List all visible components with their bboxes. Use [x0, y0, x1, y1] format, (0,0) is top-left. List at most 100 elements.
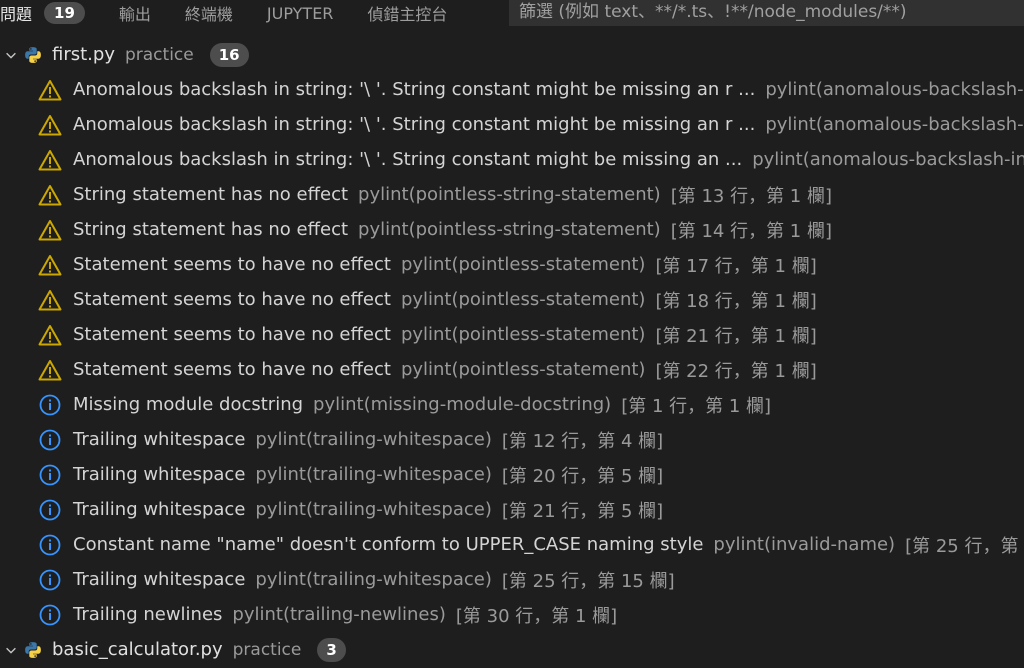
problem-source: pylint(anomalous-backslash-in-string) — [765, 114, 1024, 135]
warning-icon — [38, 253, 62, 277]
problems-panel: 問題 19 輸出 終端機 JUPYTER 偵錯主控台 篩選 (例如 text、*… — [0, 0, 1024, 668]
problem-location: [第 25 行，第 15 欄] — [501, 570, 675, 592]
problem-item[interactable]: Statement seems to have no effect pylint(… — [0, 282, 1024, 317]
info-icon — [38, 463, 62, 487]
warning-icon — [38, 183, 62, 207]
file-name: first.py — [52, 44, 115, 65]
problem-source: pylint(trailing-newlines) — [232, 604, 446, 625]
problem-item[interactable]: String statement has no effect pylint(poi… — [0, 212, 1024, 247]
problem-location: [第 20 行，第 5 欄] — [501, 465, 664, 487]
problem-source: pylint(trailing-whitespace) — [255, 464, 492, 485]
problem-location: [第 25 行，第 1 欄] — [905, 535, 1024, 557]
tab-terminal-label: 終端機 — [184, 5, 233, 24]
problem-message: Anomalous backslash in string: '\ '. Str… — [73, 114, 756, 135]
problem-message: Trailing newlines — [73, 604, 223, 625]
problem-location: [第 14 行，第 1 欄] — [670, 220, 832, 242]
problem-item[interactable]: Statement seems to have no effect pylint(… — [0, 247, 1024, 282]
problem-source: pylint(pointless-statement) — [400, 254, 646, 275]
warning-icon — [38, 218, 62, 242]
problem-source: pylint(anomalous-backslash-in-string) — [752, 149, 1024, 170]
problem-item[interactable]: Statement seems to have no effect pylint(… — [0, 352, 1024, 387]
problem-item[interactable]: Constant name "name" doesn't conform to … — [0, 527, 1024, 562]
problem-message: Statement seems to have no effect — [73, 289, 391, 310]
tab-jupyter[interactable]: JUPYTER — [267, 4, 334, 23]
problem-message: String statement has no effect — [73, 219, 349, 240]
problem-item[interactable]: Missing module docstring pylint(missing-m… — [0, 387, 1024, 422]
problem-location: [第 12 行，第 4 欄] — [501, 430, 664, 452]
problem-source: pylint(pointless-statement) — [400, 359, 646, 380]
problem-message: Anomalous backslash in string: '\ '. Str… — [73, 149, 743, 170]
chevron-down-icon[interactable] — [2, 641, 20, 659]
problem-source: pylint(trailing-whitespace) — [255, 499, 492, 520]
problems-count-badge: 19 — [44, 2, 85, 24]
problem-location: [第 30 行，第 1 欄] — [455, 605, 618, 627]
tab-jupyter-label: JUPYTER — [266, 3, 334, 23]
problem-source: pylint(pointless-statement) — [400, 324, 646, 345]
problem-item[interactable]: Trailing newlines pylint(trailing-newline… — [0, 597, 1024, 632]
problem-source: pylint(trailing-whitespace) — [255, 429, 492, 450]
problem-item[interactable]: Anomalous backslash in string: '\ '. Str… — [0, 142, 1024, 177]
warning-icon — [38, 78, 62, 102]
info-icon — [38, 498, 62, 522]
problem-message: Constant name "name" doesn't conform to … — [73, 534, 704, 555]
tab-terminal[interactable]: 終端機 — [185, 1, 233, 25]
file-problem-count-badge: 16 — [209, 42, 249, 67]
problem-item[interactable]: Trailing whitespace pylint(trailing-white… — [0, 422, 1024, 457]
file-row[interactable]: first.py practice 16 — [0, 37, 1024, 72]
problem-location: [第 21 行，第 1 欄] — [655, 325, 817, 347]
warning-icon — [38, 323, 62, 347]
problem-message: Statement seems to have no effect — [73, 324, 391, 345]
problem-location: [第 21 行，第 5 欄] — [501, 500, 664, 522]
problem-source: pylint(pointless-string-statement) — [358, 184, 661, 205]
problem-message: String statement has no effect — [73, 184, 349, 205]
problem-message: Trailing whitespace — [73, 464, 246, 485]
panel-tab-bar: 問題 19 輸出 終端機 JUPYTER 偵錯主控台 篩選 (例如 text、*… — [0, 0, 1024, 26]
file-path: practice — [232, 639, 302, 660]
file-name: basic_calculator.py — [52, 639, 223, 660]
info-icon — [38, 428, 62, 452]
problem-message: Anomalous backslash in string: '\ '. Str… — [73, 79, 756, 100]
problem-source: pylint(pointless-statement) — [400, 289, 646, 310]
file-path: practice — [124, 44, 194, 65]
file-problem-count-badge: 3 — [317, 637, 346, 662]
info-icon — [38, 568, 62, 592]
warning-icon — [38, 358, 62, 382]
problem-message: Missing module docstring — [73, 394, 304, 415]
tab-problems[interactable]: 問題 19 — [0, 1, 85, 25]
problem-item[interactable]: Trailing whitespace pylint(trailing-white… — [0, 562, 1024, 597]
file-row[interactable]: basic_calculator.py practice 3 — [0, 632, 1024, 667]
problem-source: pylint(invalid-name) — [713, 534, 896, 555]
warning-icon — [38, 148, 62, 172]
problem-item[interactable]: Anomalous backslash in string: '\ '. Str… — [0, 72, 1024, 107]
problem-message: Statement seems to have no effect — [73, 359, 391, 380]
problem-item[interactable]: Trailing whitespace pylint(trailing-white… — [0, 492, 1024, 527]
warning-icon — [38, 113, 62, 137]
tab-output-label: 輸出 — [118, 5, 151, 24]
filter-input[interactable]: 篩選 (例如 text、**/*.ts、!**/node_modules/**) — [509, 0, 1024, 26]
problem-item[interactable]: String statement has no effect pylint(poi… — [0, 177, 1024, 212]
problem-message: Trailing whitespace — [73, 569, 246, 590]
problem-source: pylint(anomalous-backslash-in-string) — [765, 79, 1024, 100]
info-icon — [38, 603, 62, 627]
problem-message: Statement seems to have no effect — [73, 254, 391, 275]
problem-location: [第 22 行，第 1 欄] — [655, 360, 817, 382]
python-file-icon — [24, 46, 42, 64]
problem-location: [第 18 行，第 1 欄] — [655, 290, 817, 312]
tab-problems-label: 問題 — [0, 5, 33, 24]
problem-location: [第 17 行，第 1 欄] — [655, 255, 817, 277]
problems-tree: first.py practice 16 Anomalous backslash in… — [0, 37, 1024, 667]
warning-icon — [38, 288, 62, 312]
problem-location: [第 1 行，第 1 欄] — [621, 395, 772, 417]
info-icon — [38, 533, 62, 557]
problem-item[interactable]: Anomalous backslash in string: '\ '. Str… — [0, 107, 1024, 142]
problem-source: pylint(trailing-whitespace) — [255, 569, 492, 590]
problem-message: Trailing whitespace — [73, 499, 246, 520]
tab-debug-console[interactable]: 偵錯主控台 — [367, 1, 447, 25]
problem-source: pylint(pointless-string-statement) — [358, 219, 661, 240]
tab-debug-console-label: 偵錯主控台 — [367, 5, 448, 24]
tab-output[interactable]: 輸出 — [119, 1, 151, 25]
chevron-down-icon[interactable] — [2, 46, 20, 64]
python-file-icon — [24, 641, 42, 659]
problem-item[interactable]: Trailing whitespace pylint(trailing-white… — [0, 457, 1024, 492]
problem-item[interactable]: Statement seems to have no effect pylint(… — [0, 317, 1024, 352]
